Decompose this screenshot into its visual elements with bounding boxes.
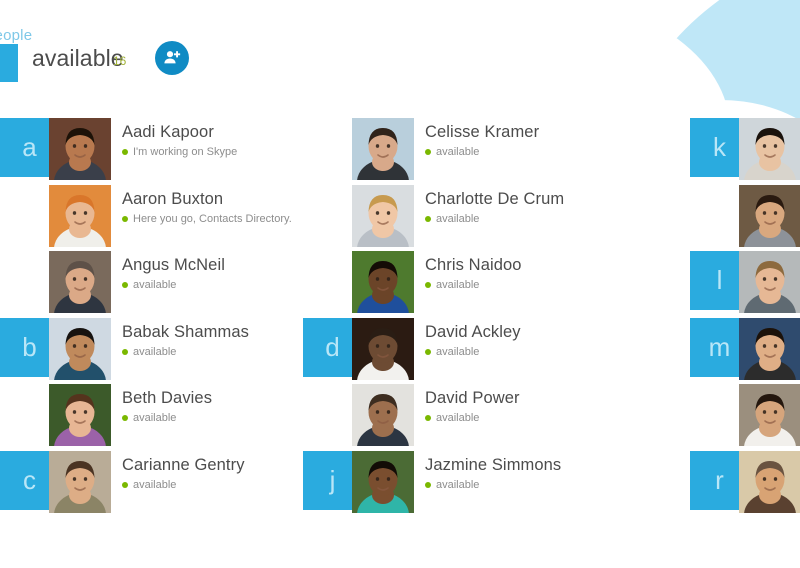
contact-status-text: available bbox=[133, 279, 177, 291]
filter-label-available[interactable]: available bbox=[32, 45, 124, 72]
contact-info: David Ackley available bbox=[425, 322, 675, 359]
contact-status-text: available bbox=[436, 478, 480, 491]
avatar-aaron-buxton[interactable] bbox=[49, 184, 111, 247]
contact-info: Charlotte De Crum available bbox=[425, 189, 675, 226]
avatar-k-contact-2[interactable] bbox=[739, 184, 800, 247]
avatar-l-contact[interactable] bbox=[739, 251, 800, 313]
presence-available-icon bbox=[425, 282, 431, 288]
avatar-carianne-gentry[interactable] bbox=[49, 450, 111, 513]
contact-row[interactable]: l bbox=[690, 251, 800, 318]
presence-available-icon bbox=[122, 481, 128, 488]
contact-info: Chris Naidoo available bbox=[425, 255, 675, 292]
contact-status-text: available bbox=[436, 212, 480, 225]
avatar-charlotte-de-crum[interactable] bbox=[352, 184, 414, 247]
avatar-david-ackley[interactable] bbox=[352, 317, 414, 380]
avatar-m-contact-2[interactable] bbox=[739, 384, 800, 446]
contact-row[interactable]: Chris Naidoo available bbox=[303, 251, 683, 318]
contact-name[interactable]: David Ackley bbox=[425, 322, 675, 342]
contact-name[interactable]: Jazmine Simmons bbox=[425, 455, 675, 475]
contact-status-text: available bbox=[436, 412, 480, 424]
presence-available-icon bbox=[122, 348, 128, 355]
contact-row[interactable]: David Power available bbox=[303, 384, 683, 451]
presence-available-icon bbox=[122, 282, 128, 288]
contact-info: Celisse Kramer available bbox=[425, 122, 675, 159]
contact-status: available bbox=[425, 411, 675, 425]
page-header: people available 16 bbox=[0, 0, 800, 108]
contact-row[interactable]: Charlotte De Crum available bbox=[303, 184, 683, 252]
contact-status-text: available bbox=[436, 345, 480, 358]
avatar-babak-shammas[interactable] bbox=[49, 317, 111, 380]
contact-info: David Power available bbox=[425, 388, 675, 425]
presence-available-icon bbox=[122, 415, 128, 421]
avatar-david-power[interactable] bbox=[352, 384, 414, 446]
contact-row[interactable]: Celisse Kramer available bbox=[303, 118, 683, 185]
add-person-icon bbox=[162, 48, 182, 68]
contact-row[interactable]: r bbox=[690, 450, 800, 518]
avatar-aadi-kapoor[interactable] bbox=[49, 118, 111, 180]
contact-name[interactable]: Celisse Kramer bbox=[425, 122, 675, 142]
avatar-k-contact[interactable] bbox=[739, 118, 800, 180]
contact-name[interactable]: David Power bbox=[425, 388, 675, 408]
contact-name[interactable]: Chris Naidoo bbox=[425, 255, 675, 275]
presence-available-icon bbox=[122, 149, 128, 155]
presence-available-icon bbox=[122, 215, 128, 222]
contacts-grid: a Aadi Kapoor I'm working on Skype Aaron Bu… bbox=[0, 118, 800, 568]
contact-status-text: available bbox=[436, 146, 480, 158]
contact-count-badge: 16 bbox=[113, 54, 127, 68]
presence-available-icon bbox=[425, 149, 431, 155]
avatar-jazmine-simmons[interactable] bbox=[352, 450, 414, 513]
contacts-column-c-j: Celisse Kramer available Charlotte De Crum… bbox=[303, 118, 683, 517]
add-contact-button[interactable] bbox=[155, 41, 189, 75]
presence-available-icon bbox=[425, 415, 431, 421]
avatar-chris-naidoo[interactable] bbox=[352, 251, 414, 313]
contact-row[interactable] bbox=[690, 184, 800, 252]
presence-available-icon bbox=[425, 481, 431, 488]
presence-available-icon bbox=[425, 215, 431, 222]
contact-status: available bbox=[425, 212, 675, 226]
contact-row[interactable] bbox=[690, 384, 800, 451]
avatar-celisse-kramer[interactable] bbox=[352, 118, 414, 180]
contact-status-text: Here you go, Contacts Directory. bbox=[133, 212, 292, 225]
contact-status-text: available bbox=[133, 345, 177, 358]
contact-info: Jazmine Simmons available bbox=[425, 455, 675, 492]
app-title[interactable]: people bbox=[0, 27, 32, 44]
contact-status-text: I'm working on Skype bbox=[133, 146, 238, 158]
contact-status: available bbox=[425, 478, 675, 492]
contacts-column-k-r: klmr bbox=[690, 118, 800, 517]
contact-status: available bbox=[425, 278, 675, 292]
avatar-beth-davies[interactable] bbox=[49, 384, 111, 446]
contact-status-text: available bbox=[133, 478, 177, 491]
contact-name[interactable]: Charlotte De Crum bbox=[425, 189, 675, 209]
contact-row[interactable]: j Jazmine Simmons available bbox=[303, 450, 683, 518]
contact-status: available bbox=[425, 345, 675, 359]
contact-status-text: available bbox=[133, 412, 177, 424]
contact-status-text: available bbox=[436, 279, 480, 291]
presence-available-icon bbox=[425, 348, 431, 355]
contact-status: available bbox=[425, 145, 675, 159]
app-title-tile bbox=[0, 44, 18, 82]
avatar-m-contact[interactable] bbox=[739, 317, 800, 380]
avatar-angus-mcneil[interactable] bbox=[49, 251, 111, 313]
avatar-r-contact[interactable] bbox=[739, 450, 800, 513]
contact-row[interactable]: d David Ackley available bbox=[303, 317, 683, 385]
contact-row[interactable]: m bbox=[690, 317, 800, 385]
contact-row[interactable]: k bbox=[690, 118, 800, 185]
